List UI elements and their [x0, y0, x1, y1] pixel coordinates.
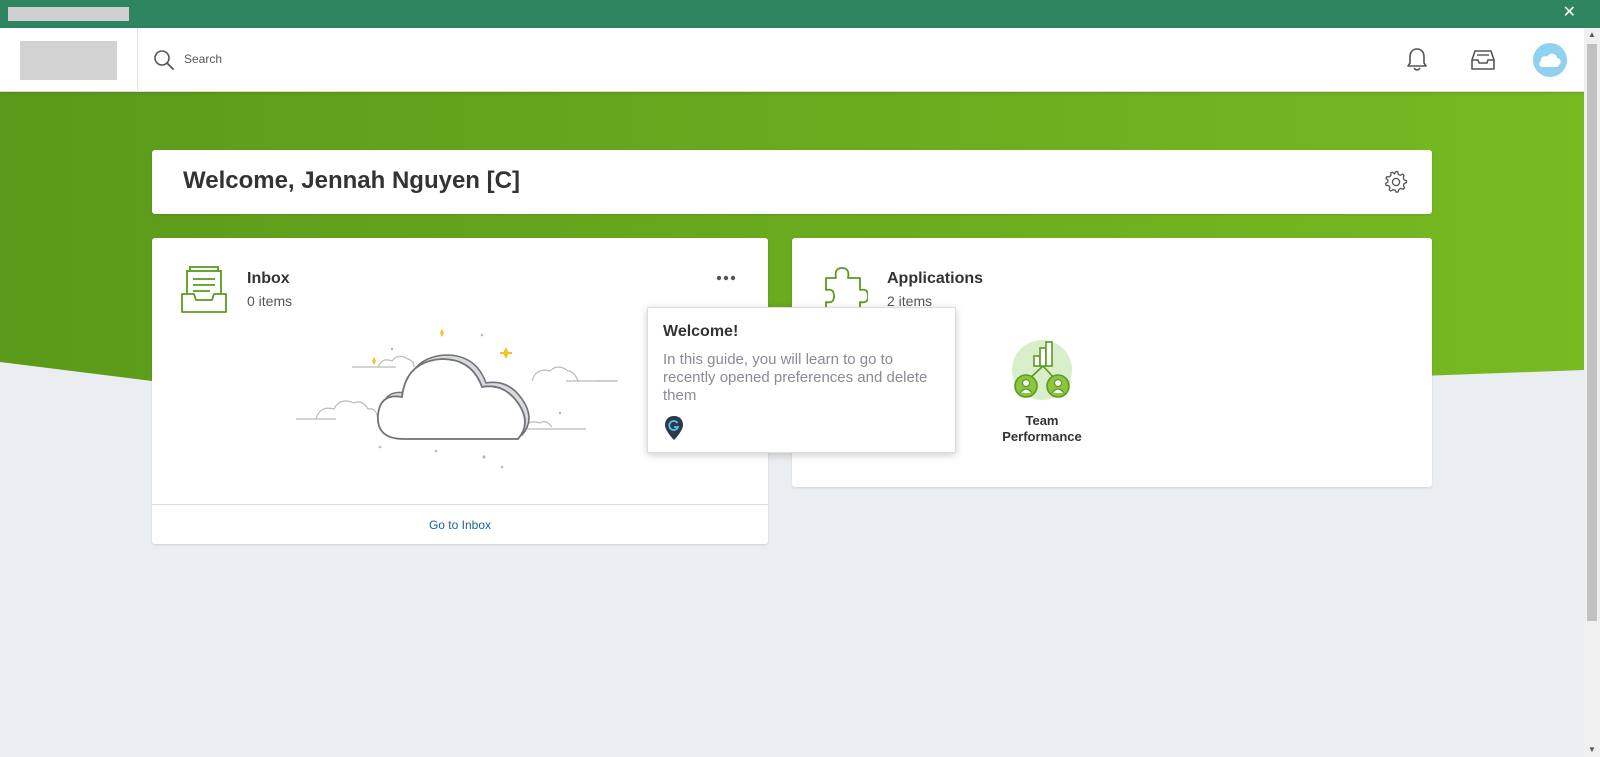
- vertical-scrollbar[interactable]: ▲ ▼: [1584, 28, 1600, 757]
- scroll-up-arrow-icon[interactable]: ▲: [1584, 28, 1600, 42]
- scrollbar-thumb[interactable]: [1587, 44, 1597, 621]
- inbox-stack-icon: [181, 266, 227, 313]
- bell-icon: [1407, 48, 1427, 71]
- user-avatar[interactable]: [1533, 43, 1567, 77]
- team-performance-label-line2: Performance: [1002, 429, 1082, 444]
- guide-tooltip[interactable]: Welcome! In this guide, you will learn t…: [647, 307, 956, 453]
- more-dots-icon[interactable]: [712, 268, 740, 288]
- inbox-tray-icon: [1471, 50, 1495, 70]
- header-divider: [137, 28, 138, 92]
- company-logo[interactable]: [20, 41, 117, 80]
- app-header: [0, 28, 1584, 92]
- inbox-footer: Go to Inbox: [152, 504, 768, 544]
- applications-title[interactable]: Applications: [887, 270, 983, 288]
- window-title-placeholder: [8, 7, 129, 21]
- welcome-title: Welcome, Jennah Nguyen [C]: [183, 167, 520, 194]
- guide-pin-icon[interactable]: [663, 415, 685, 441]
- notifications-button[interactable]: [1401, 44, 1433, 76]
- scroll-down-arrow-icon[interactable]: ▼: [1584, 743, 1600, 757]
- close-icon[interactable]: ✕: [1563, 3, 1576, 23]
- team-performance-label: Team Performance: [982, 413, 1102, 445]
- cloud-avatar-icon: [1539, 53, 1561, 67]
- team-performance-label-line1: Team: [1025, 413, 1059, 428]
- search-icon: [154, 50, 174, 70]
- inbox-count: 0 items: [247, 293, 293, 309]
- team-performance-app[interactable]: Team Performance: [982, 338, 1102, 448]
- empty-inbox-cloud-illustration: [296, 329, 618, 469]
- welcome-card: Welcome, Jennah Nguyen [C]: [152, 150, 1432, 214]
- search-input[interactable]: [184, 48, 484, 70]
- guide-tooltip-body: In this guide, you will learn to go to r…: [663, 351, 928, 404]
- team-performance-icon: [1012, 340, 1072, 400]
- my-tasks-button[interactable]: [1467, 44, 1499, 76]
- window-title-bar: ✕: [0, 0, 1600, 28]
- guide-tooltip-title: Welcome!: [663, 323, 739, 340]
- go-to-inbox-link[interactable]: Go to Inbox: [429, 518, 491, 532]
- inbox-title[interactable]: Inbox: [247, 270, 290, 288]
- gear-icon[interactable]: [1384, 170, 1408, 194]
